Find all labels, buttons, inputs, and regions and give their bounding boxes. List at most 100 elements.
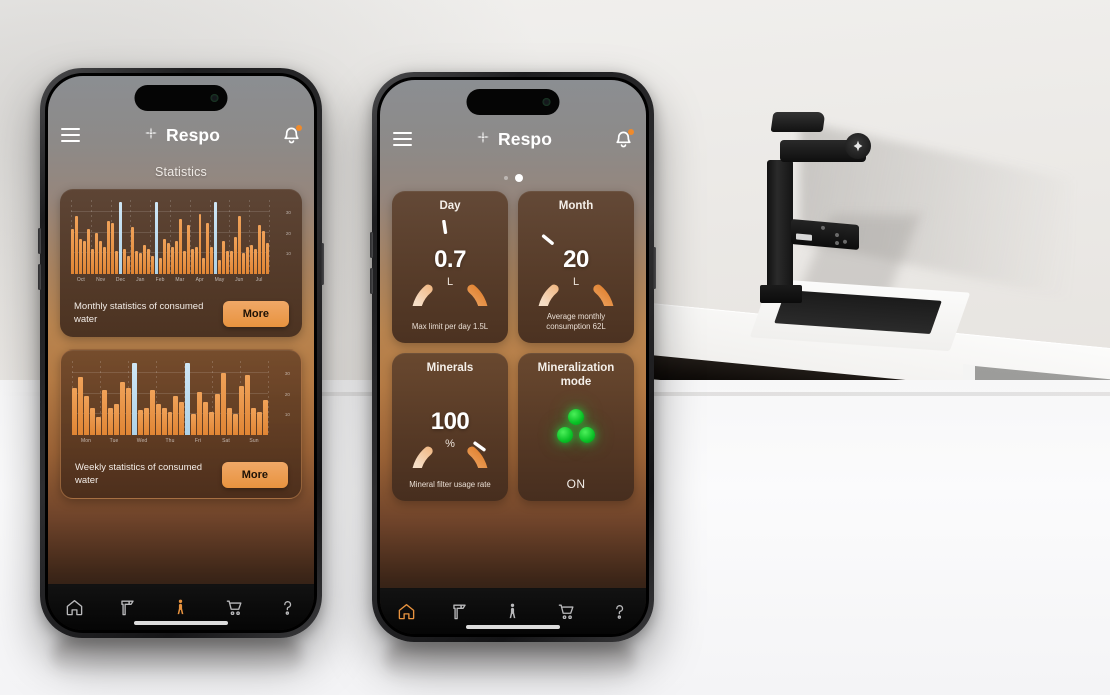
chart-bar	[78, 239, 82, 274]
chart-bar	[242, 253, 246, 274]
chart-y-tick: 20	[284, 391, 290, 397]
bell-icon[interactable]	[614, 128, 634, 149]
gauge-needle	[541, 234, 554, 245]
phone2-screen: Respo Day 0.7 L Max limit per day 1.5L M…	[380, 80, 646, 634]
page-indicator[interactable]	[380, 174, 646, 182]
chart-separator	[268, 361, 269, 435]
phone1-home-indicator[interactable]	[134, 621, 228, 625]
nav-faucet[interactable]	[446, 599, 474, 625]
chart-bar	[185, 363, 191, 435]
phone2-volume-up[interactable]	[370, 232, 373, 258]
weekly-more-button[interactable]: More	[221, 462, 288, 488]
chart-bar	[155, 404, 161, 435]
tile-mineralization-mode[interactable]: Mineralization mode ON	[518, 352, 634, 501]
chart-bar	[178, 218, 182, 274]
chart-x-tick: Wed	[136, 438, 148, 444]
weekly-chart: 10 20 30 Mon Tue Wed Thu Fri Sat Sun	[72, 361, 290, 453]
chart-bar	[182, 251, 186, 274]
chart-bar	[230, 251, 234, 274]
chart-x-tick: Jun	[235, 277, 244, 283]
phone-device-dashboard: Respo Day 0.7 L Max limit per day 1.5L M…	[370, 72, 656, 642]
phone2-power[interactable]	[653, 247, 656, 289]
chart-bar	[250, 245, 254, 274]
tile-minerals-title: Minerals	[426, 361, 474, 374]
faucet-icon	[453, 604, 466, 620]
phone1-volume-up[interactable]	[38, 228, 41, 254]
chart-x-tick: Thu	[165, 438, 175, 444]
led-left	[557, 427, 573, 444]
chart-bar	[125, 387, 131, 435]
chart-bar	[254, 249, 258, 274]
gauge-track	[411, 446, 489, 516]
chart-x-tick: Mar	[175, 277, 185, 283]
monthly-statistics-card[interactable]: 10 20 30 Oct Nov Dec Jan Feb Mar Apr May Jun Jul Mo…	[60, 189, 302, 337]
chart-bar	[203, 402, 209, 435]
gauge-value: 100	[430, 407, 470, 435]
weekly-statistics-card[interactable]: 10 20 30 Mon Tue Wed Thu Fri Sat Sun Weekly stat…	[60, 349, 302, 499]
chart-x-tick: May	[214, 277, 225, 283]
led-right	[579, 427, 595, 444]
tile-minerals-footer: Mineral filter usage rate	[409, 480, 491, 490]
phone1-power[interactable]	[321, 243, 324, 285]
chart-bar	[167, 412, 173, 435]
brand: Respo	[474, 128, 552, 151]
chart-x-tick: Jul	[255, 277, 263, 283]
brand: Respo	[142, 124, 220, 147]
bell-icon[interactable]	[282, 124, 302, 145]
chart-bar	[126, 255, 130, 274]
hamburger-icon[interactable]	[61, 127, 80, 143]
chart-bar	[173, 395, 179, 435]
nav-help[interactable]	[605, 599, 633, 625]
chart-bar	[102, 247, 106, 274]
chart-bar	[246, 247, 250, 274]
chart-bar	[238, 216, 242, 274]
chart-bar	[190, 249, 194, 274]
page-dot[interactable]	[514, 174, 523, 182]
tile-month[interactable]: Month 20 L Average monthly consumption 62…	[518, 191, 634, 354]
phone1-volume-down[interactable]	[38, 264, 41, 290]
chart-bar	[134, 251, 138, 274]
chart-bar	[110, 222, 114, 274]
tile-minerals[interactable]: Minerals 100% Mineral filter usage rate	[392, 352, 508, 516]
chart-bar	[186, 224, 190, 274]
chart-bar	[161, 408, 167, 435]
chart-bar	[227, 408, 233, 435]
nav-cart[interactable]	[552, 599, 580, 625]
mineralization-leds	[557, 409, 595, 444]
chart-bar	[90, 249, 94, 274]
gauge-track	[537, 284, 615, 354]
nav-profile[interactable]	[167, 595, 195, 621]
chart-separator	[269, 200, 270, 274]
chart-bar	[71, 228, 74, 274]
tile-day[interactable]: Day 0.7 L Max limit per day 1.5L	[392, 191, 508, 354]
phone1-app-header: Respo	[48, 121, 314, 149]
nav-profile[interactable]	[499, 599, 527, 625]
dashboard-tiles: Day 0.7 L Max limit per day 1.5L Month 20…	[380, 182, 646, 516]
chart-x-tick: Mon	[80, 438, 92, 444]
chart-bar	[197, 391, 203, 435]
phone1-screen: Respo Statistics 10 20 30 Oct Nov Dec Ja…	[48, 76, 314, 630]
chart-bar	[262, 230, 266, 274]
nav-home[interactable]	[61, 595, 89, 621]
nav-cart[interactable]	[220, 595, 248, 621]
monthly-more-button[interactable]: More	[222, 301, 289, 327]
hamburger-icon[interactable]	[393, 131, 412, 147]
chart-bar	[72, 387, 77, 435]
chart-bar	[258, 224, 262, 274]
respo-logo-icon	[474, 128, 492, 151]
chart-bar	[107, 408, 113, 435]
chart-y-tick: 10	[285, 251, 291, 257]
cart-icon	[558, 604, 574, 620]
led-top	[568, 409, 584, 426]
nav-help[interactable]	[273, 595, 301, 621]
chart-x-tick: Jan	[136, 277, 145, 283]
nav-faucet[interactable]	[114, 595, 142, 621]
brand-name: Respo	[498, 128, 552, 149]
home-icon	[398, 604, 415, 620]
statistics-cards: 10 20 30 Oct Nov Dec Jan Feb Mar Apr May Jun Jul Mo…	[48, 179, 314, 499]
chart-bar	[94, 232, 98, 274]
nav-home[interactable]	[393, 599, 421, 625]
phone2-home-indicator[interactable]	[466, 625, 560, 629]
page-dot[interactable]	[503, 176, 508, 180]
phone2-volume-down[interactable]	[370, 268, 373, 294]
